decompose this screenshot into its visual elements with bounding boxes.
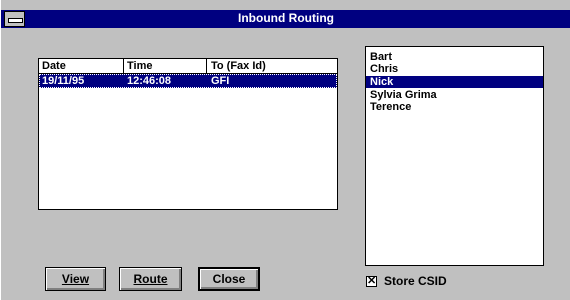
list-item-selected[interactable]: Nick bbox=[366, 76, 543, 88]
column-header-date[interactable]: Date bbox=[42, 60, 66, 72]
cell-time: 12:46:08 bbox=[127, 75, 172, 87]
window-title: Inbound Routing bbox=[238, 11, 334, 25]
cell-date: 19/11/95 bbox=[42, 75, 85, 87]
list-item[interactable]: Chris bbox=[366, 63, 543, 75]
close-label: Close bbox=[212, 272, 246, 286]
view-button[interactable]: View bbox=[45, 267, 106, 291]
column-divider[interactable] bbox=[206, 59, 207, 73]
close-button[interactable]: Close bbox=[198, 267, 260, 291]
list-item[interactable]: Bart bbox=[366, 51, 543, 63]
column-divider[interactable] bbox=[123, 59, 124, 73]
inbound-routing-window: Inbound Routing Date Time To (Fax Id) 19… bbox=[0, 0, 570, 300]
route-button[interactable]: Route bbox=[119, 267, 182, 291]
title-bar[interactable]: Inbound Routing bbox=[1, 10, 570, 28]
fax-log-list[interactable]: Date Time To (Fax Id) 19/11/95 12:46:08 … bbox=[38, 58, 338, 210]
route-label: Route bbox=[133, 272, 168, 286]
list-item[interactable]: Terence bbox=[366, 101, 543, 113]
view-label: View bbox=[61, 272, 90, 286]
table-row[interactable]: 19/11/95 12:46:08 GFI bbox=[39, 74, 337, 88]
fax-log-header: Date Time To (Fax Id) bbox=[39, 59, 337, 74]
column-header-time[interactable]: Time bbox=[127, 60, 152, 72]
store-csid-checkbox[interactable]: ✕ bbox=[366, 276, 377, 287]
column-header-to[interactable]: To (Fax Id) bbox=[211, 60, 266, 72]
recipient-list[interactable]: Bart Chris Nick Sylvia Grima Terence bbox=[365, 46, 544, 266]
list-item[interactable]: Sylvia Grima bbox=[366, 89, 543, 101]
cell-to: GFI bbox=[211, 75, 230, 87]
top-strip bbox=[1, 0, 570, 10]
store-csid-label[interactable]: Store CSID bbox=[384, 274, 447, 288]
